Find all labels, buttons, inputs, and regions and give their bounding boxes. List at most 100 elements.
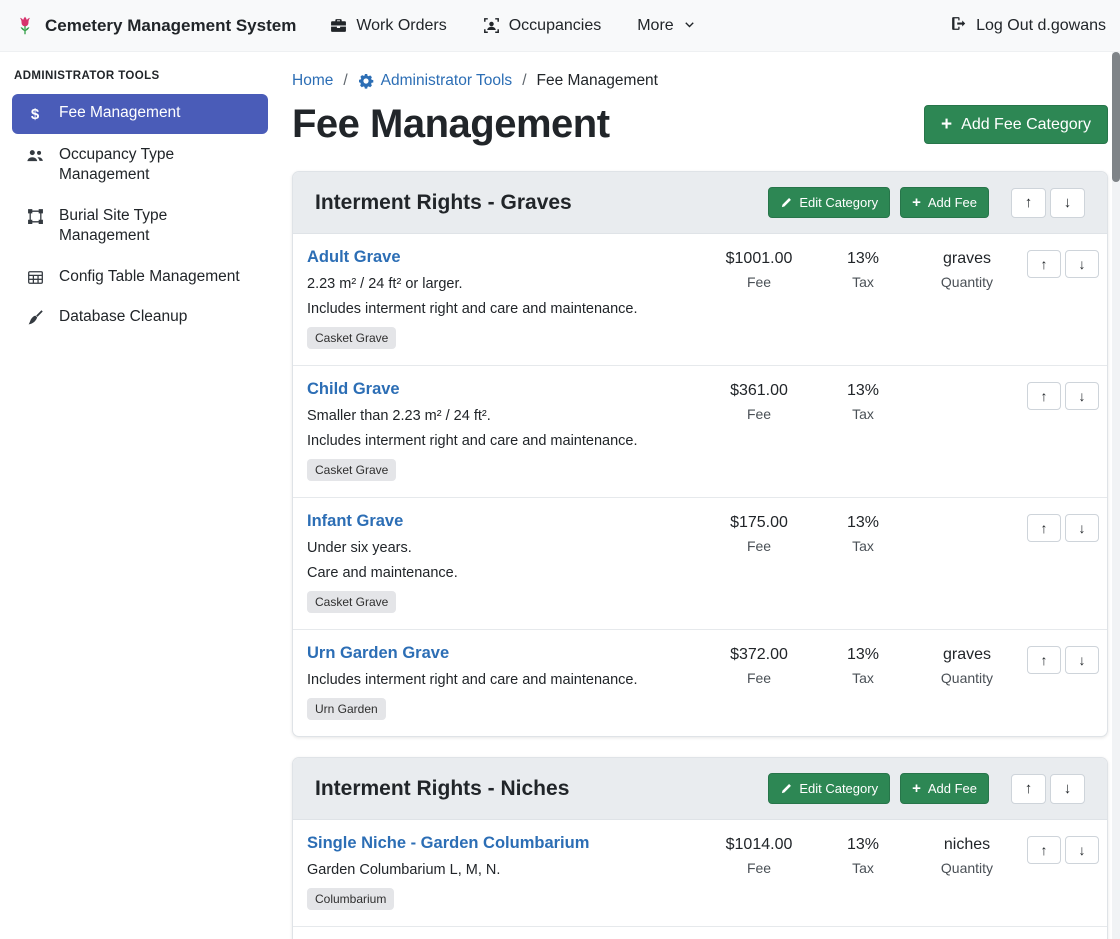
fee-row: Adult Grave 2.23 m² / 24 ft² or larger. …	[293, 234, 1107, 365]
move-fee-up-button[interactable]: ↑	[1027, 836, 1061, 864]
occupancies-icon	[483, 17, 500, 34]
fee-name-link[interactable]: Single Niche - Garden Columbarium	[307, 834, 589, 853]
add-fee-label: Add Fee	[928, 195, 977, 210]
sidebar-item-burial-site-type-management[interactable]: Burial Site Type Management	[12, 197, 268, 256]
quantity-column: graves Quantity	[915, 248, 1019, 290]
breadcrumb: Home / Administrator Tools / Fee Managem…	[292, 72, 1108, 90]
sidebar-item-occupancy-type-management[interactable]: Occupancy Type Management	[12, 136, 268, 195]
chevron-down-icon	[683, 19, 696, 32]
quantity-label: Quantity	[915, 670, 1019, 686]
up-arrow-icon: ↑	[1041, 842, 1048, 858]
edit-category-button[interactable]: Edit Category	[768, 187, 890, 218]
page-scrollbar[interactable]	[1112, 52, 1120, 939]
fee-description: Under six years.	[307, 540, 699, 556]
fee-amount-label: Fee	[707, 670, 811, 686]
gear-icon	[358, 73, 374, 89]
main-nav: Work Orders Occupancies More	[330, 17, 695, 35]
up-arrow-icon: ↑	[1025, 780, 1033, 797]
fee-type-badge: Casket Grave	[307, 591, 396, 613]
fee-name-link[interactable]: Urn Garden Grave	[307, 644, 449, 663]
fee-type-badge: Casket Grave	[307, 327, 396, 349]
tax-column: 13% Tax	[811, 644, 915, 686]
up-arrow-icon: ↑	[1041, 388, 1048, 404]
breadcrumb-separator: /	[522, 72, 526, 90]
app-brand[interactable]: Cemetery Management System	[14, 15, 296, 37]
broom-cleanup-icon	[24, 309, 46, 326]
quantity-unit: graves	[915, 646, 1019, 664]
plus-icon: +	[912, 781, 921, 796]
sidebar-item-fee-management[interactable]: $ Fee Management	[12, 94, 268, 134]
sidebar-item-database-cleanup[interactable]: Database Cleanup	[12, 298, 268, 336]
add-fee-button[interactable]: + Add Fee	[900, 773, 989, 804]
page-title: Fee Management	[292, 102, 610, 147]
move-fee-down-button[interactable]: ↓	[1065, 836, 1099, 864]
move-category-up-button[interactable]: ↑	[1011, 774, 1046, 804]
fee-type-badge: Urn Garden	[307, 698, 386, 720]
move-category-down-button[interactable]: ↓	[1050, 188, 1085, 218]
fee-amount: $1001.00	[707, 250, 811, 268]
quantity-column	[915, 512, 1019, 514]
scrollbar-thumb[interactable]	[1112, 52, 1120, 182]
app-title: Cemetery Management System	[45, 16, 296, 36]
sidebar-heading: ADMINISTRATOR TOOLS	[14, 70, 266, 82]
breadcrumb-admin-tools-link[interactable]: Administrator Tools	[358, 72, 513, 90]
main-content: Home / Administrator Tools / Fee Managem…	[280, 52, 1120, 939]
quantity-label: Quantity	[915, 274, 1019, 290]
tax-value: 13%	[811, 382, 915, 400]
fee-name-link[interactable]: Adult Grave	[307, 248, 401, 267]
fee-row: Urn Garden Grave Includes interment righ…	[293, 629, 1107, 736]
fee-name-link[interactable]: Child Grave	[307, 380, 400, 399]
move-fee-down-button[interactable]: ↓	[1065, 250, 1099, 278]
logout-link[interactable]: Log Out d.gowans	[950, 15, 1106, 37]
tax-label: Tax	[811, 860, 915, 876]
quantity-column: graves Quantity	[915, 644, 1019, 686]
nav-more[interactable]: More	[637, 17, 695, 35]
up-arrow-icon: ↑	[1025, 194, 1033, 211]
fee-amount-column: $175.00 Fee	[707, 512, 811, 554]
move-category-up-button[interactable]: ↑	[1011, 188, 1046, 218]
add-fee-category-button[interactable]: + Add Fee Category	[924, 105, 1108, 144]
move-fee-down-button[interactable]: ↓	[1065, 382, 1099, 410]
tax-label: Tax	[811, 538, 915, 554]
nav-more-label: More	[637, 17, 673, 35]
breadcrumb-home-link[interactable]: Home	[292, 72, 333, 90]
quantity-label: Quantity	[915, 860, 1019, 876]
move-fee-up-button[interactable]: ↑	[1027, 514, 1061, 542]
move-fee-up-button[interactable]: ↑	[1027, 382, 1061, 410]
sidebar-item-label: Burial Site Type Management	[59, 206, 256, 247]
pencil-icon	[780, 783, 792, 795]
sidebar-item-label: Occupancy Type Management	[59, 145, 256, 186]
sidebar-item-label: Database Cleanup	[59, 307, 187, 327]
sidebar-item-label: Fee Management	[59, 103, 181, 123]
move-fee-down-button[interactable]: ↓	[1065, 646, 1099, 674]
fee-name-link[interactable]: Infant Grave	[307, 512, 403, 531]
fee-description: Care and maintenance.	[307, 565, 699, 581]
logout-label: Log Out d.gowans	[976, 17, 1106, 35]
move-category-down-button[interactable]: ↓	[1050, 774, 1085, 804]
fee-amount-column: $361.00 Fee	[707, 380, 811, 422]
down-arrow-icon: ↓	[1079, 388, 1086, 404]
sidebar-item-label: Config Table Management	[59, 267, 240, 287]
move-fee-down-button[interactable]: ↓	[1065, 514, 1099, 542]
fee-amount-label: Fee	[707, 538, 811, 554]
nav-work-orders[interactable]: Work Orders	[330, 17, 446, 35]
pencil-icon	[780, 197, 792, 209]
quantity-column: niches Quantity	[915, 834, 1019, 876]
add-fee-button[interactable]: + Add Fee	[900, 187, 989, 218]
move-fee-up-button[interactable]: ↑	[1027, 646, 1061, 674]
move-fee-up-button[interactable]: ↑	[1027, 250, 1061, 278]
edit-category-button[interactable]: Edit Category	[768, 773, 890, 804]
sidebar-item-config-table-management[interactable]: Config Table Management	[12, 258, 268, 296]
fee-amount-label: Fee	[707, 406, 811, 422]
nav-occupancies[interactable]: Occupancies	[483, 17, 602, 35]
tax-label: Tax	[811, 406, 915, 422]
down-arrow-icon: ↓	[1064, 194, 1072, 211]
tax-value: 13%	[811, 514, 915, 532]
fee-description: Garden Columbarium L, M, N.	[307, 862, 699, 878]
down-arrow-icon: ↓	[1079, 256, 1086, 272]
people-icon	[24, 147, 46, 165]
vector-square-icon	[24, 208, 46, 225]
fee-description: Includes interment right and care and ma…	[307, 301, 699, 317]
down-arrow-icon: ↓	[1079, 842, 1086, 858]
tax-column: 13% Tax	[811, 834, 915, 876]
